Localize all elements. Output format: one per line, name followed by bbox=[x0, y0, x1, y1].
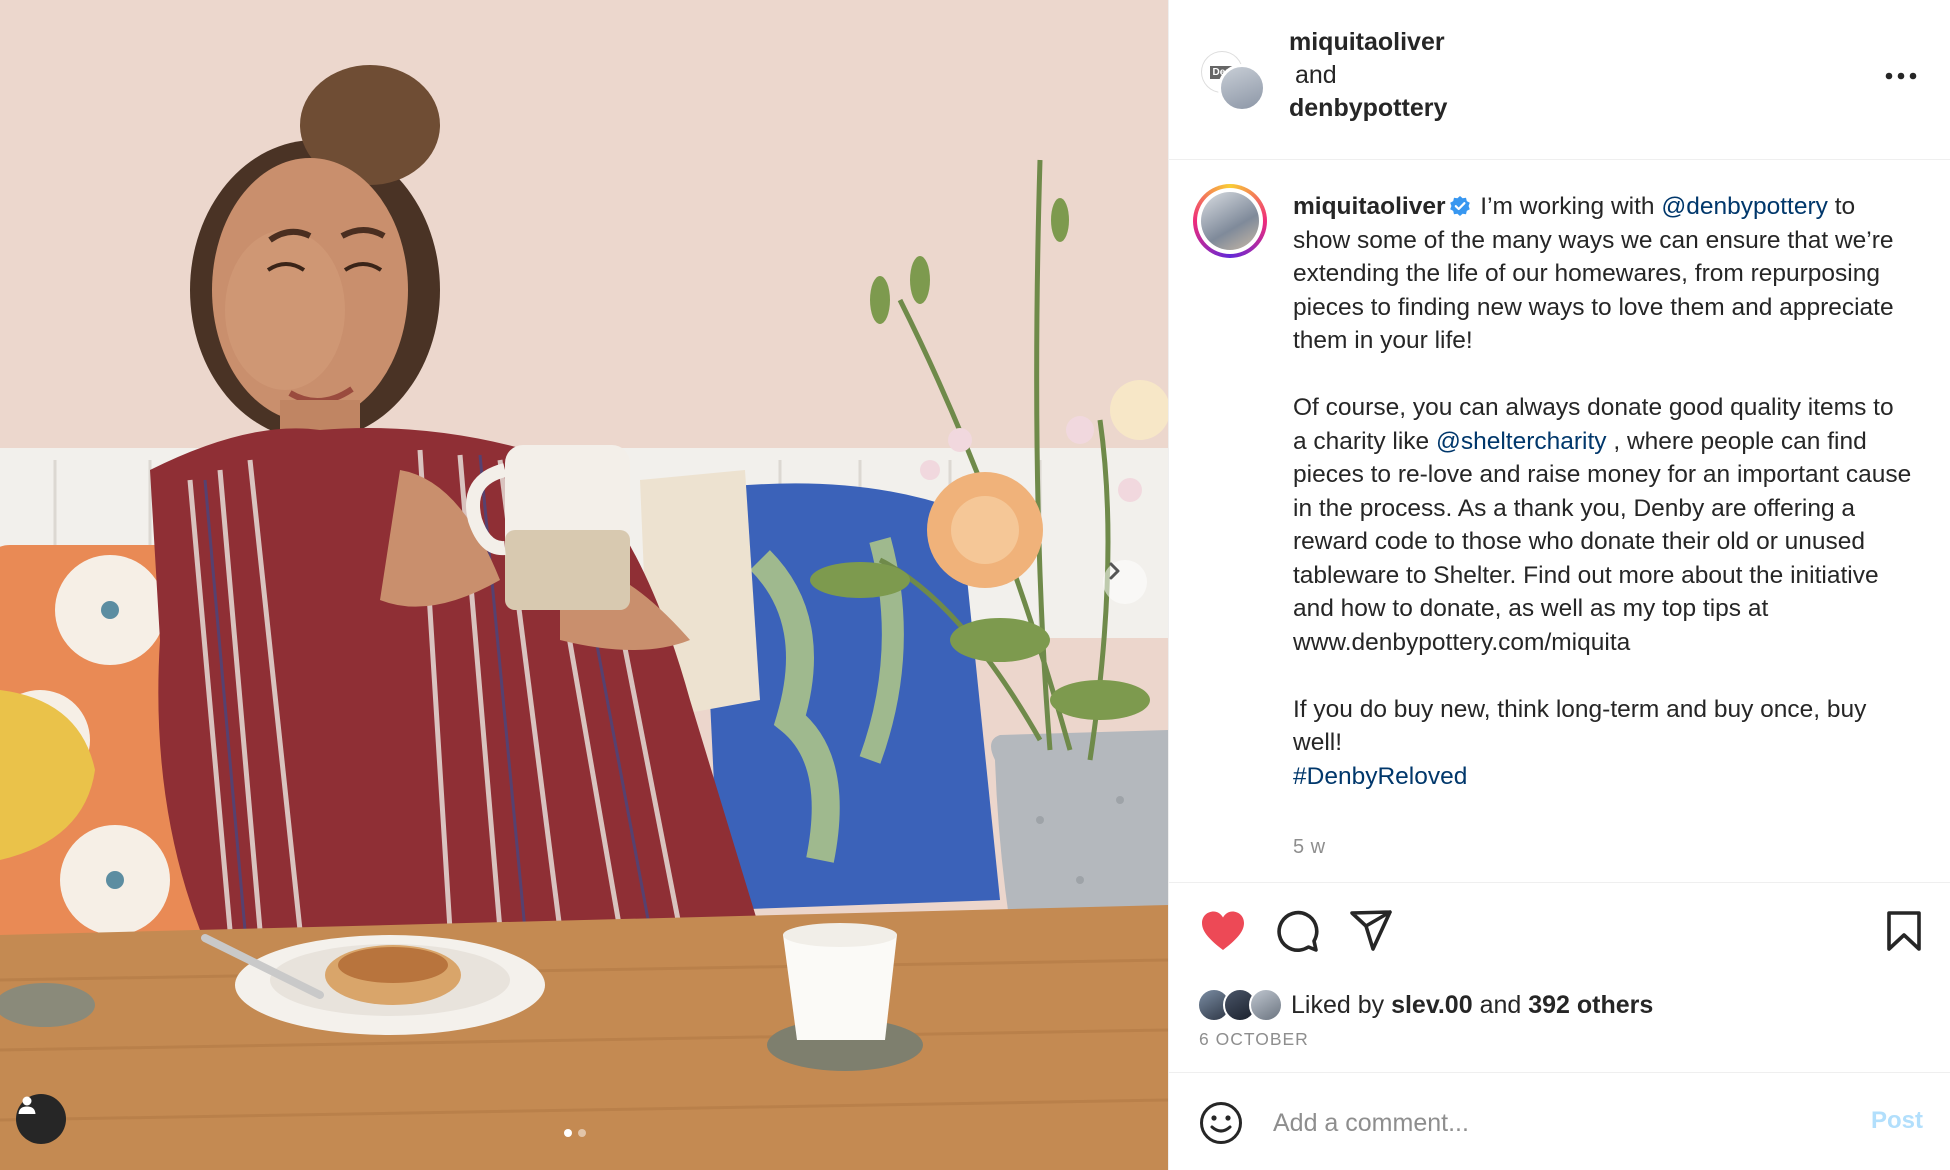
carousel-indicator bbox=[564, 1129, 586, 1137]
liker-username[interactable]: slev.00 bbox=[1391, 991, 1473, 1019]
paper-plane-icon bbox=[1350, 910, 1392, 951]
user-tag-icon bbox=[18, 1096, 36, 1114]
liker-avatar bbox=[1249, 988, 1283, 1022]
bookmark-icon bbox=[1887, 911, 1921, 951]
photo-illustration bbox=[0, 0, 1168, 1170]
more-options-button[interactable] bbox=[1881, 64, 1921, 88]
header-username-1[interactable]: miquitaoliver bbox=[1289, 26, 1447, 59]
next-photo-button[interactable] bbox=[1103, 560, 1147, 604]
avatar-miquitaoliver bbox=[1218, 64, 1266, 112]
tagged-users-button[interactable] bbox=[16, 1094, 66, 1144]
share-button[interactable] bbox=[1347, 907, 1395, 955]
caption-p3: If you do buy new, think long-term and b… bbox=[1293, 695, 1867, 757]
likes-count[interactable]: 392 others bbox=[1528, 991, 1653, 1019]
chevron-right-icon bbox=[1109, 562, 1120, 580]
likes-text: Liked by slev.00 and 392 others bbox=[1291, 991, 1653, 1020]
caption-time[interactable]: 5 w bbox=[1293, 836, 1326, 859]
likes-middle: and bbox=[1472, 990, 1529, 1019]
emoji-icon bbox=[1200, 1102, 1242, 1144]
mention-denbypottery[interactable]: @denbypottery bbox=[1661, 193, 1828, 220]
comment-icon bbox=[1277, 910, 1319, 952]
collab-names: miquitaoliver and denbypottery bbox=[1289, 26, 1447, 125]
save-button[interactable] bbox=[1881, 907, 1927, 955]
like-button[interactable] bbox=[1199, 907, 1247, 955]
hashtag-link[interactable]: #DenbyReloved bbox=[1293, 760, 1913, 794]
comment-input[interactable] bbox=[1273, 1101, 1793, 1145]
post-side-panel: Den miquitaoliver and denbypottery miqui… bbox=[1168, 0, 1950, 1170]
post-comment-button[interactable]: Post bbox=[1871, 1107, 1923, 1135]
profile-picture bbox=[1201, 192, 1259, 250]
likes-prefix: Liked by bbox=[1291, 990, 1392, 1019]
post-header: Den miquitaoliver and denbypottery bbox=[1169, 0, 1950, 160]
carousel-dot bbox=[578, 1129, 586, 1137]
mention-sheltercharity[interactable]: @sheltercharity bbox=[1436, 428, 1607, 455]
carousel-dot-active bbox=[564, 1129, 572, 1137]
post-actions: Liked by slev.00 and 392 others 6 OCTOBE… bbox=[1169, 882, 1950, 1072]
comment-bar: Post bbox=[1169, 1072, 1950, 1170]
heart-icon bbox=[1202, 911, 1244, 950]
post-date[interactable]: 6 OCTOBER bbox=[1199, 1029, 1309, 1050]
caption-text: miquitaoliver I’m working with @denbypot… bbox=[1293, 190, 1913, 793]
verified-badge-icon bbox=[1450, 196, 1471, 216]
caption-avatar[interactable] bbox=[1193, 184, 1267, 258]
more-horizontal-icon bbox=[1885, 72, 1917, 80]
emoji-button[interactable] bbox=[1199, 1101, 1243, 1145]
post-photo[interactable] bbox=[0, 0, 1168, 1170]
collab-avatar[interactable]: Den bbox=[1202, 48, 1268, 114]
comment-button[interactable] bbox=[1273, 907, 1321, 955]
liker-avatars[interactable] bbox=[1197, 988, 1283, 1022]
caption-username[interactable]: miquitaoliver bbox=[1293, 193, 1445, 220]
header-username-2[interactable]: denbypottery bbox=[1289, 92, 1447, 125]
header-and-text: and bbox=[1295, 61, 1337, 89]
caption-line1-pre: I’m working with bbox=[1473, 193, 1662, 220]
post-caption: miquitaoliver I’m working with @denbypot… bbox=[1169, 160, 1950, 882]
caption-p2-post: , where people can find pieces to re-lov… bbox=[1293, 427, 1912, 656]
likes-summary: Liked by slev.00 and 392 others bbox=[1197, 985, 1653, 1025]
